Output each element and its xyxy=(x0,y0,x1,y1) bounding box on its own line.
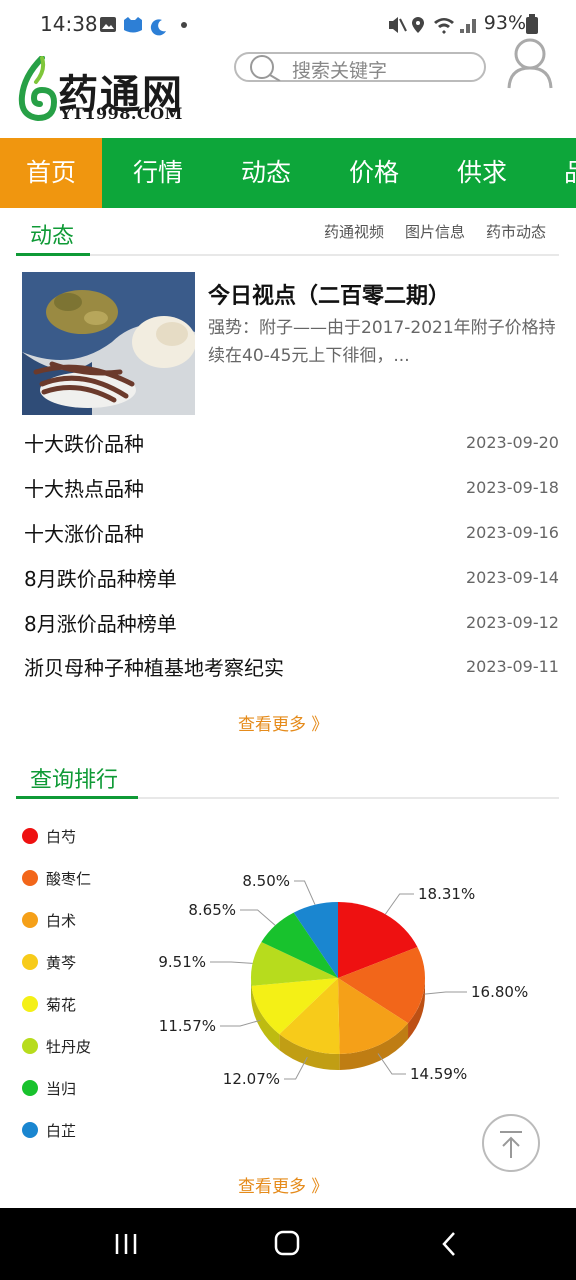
search-icon xyxy=(250,55,281,81)
subtab-market-news[interactable]: 药市动态 xyxy=(486,221,546,242)
legend-swatch xyxy=(22,870,38,886)
news-more-link[interactable]: 查看更多 》 xyxy=(238,710,328,735)
home-icon[interactable] xyxy=(274,1230,302,1258)
back-to-top-button[interactable] xyxy=(482,1114,540,1172)
status-time: 14:38 xyxy=(40,12,98,36)
pie-data-label: 8.50% xyxy=(242,872,290,890)
back-icon[interactable] xyxy=(438,1230,460,1258)
news-item-title[interactable]: 8月涨价品种榜单 xyxy=(24,608,177,637)
pie-chart: 18.31% 16.80% 14.59% 12.07% 11.57% 9.51% 8.65%… xyxy=(158,872,528,1088)
legend-swatch xyxy=(22,954,38,970)
nav-item-market[interactable]: 行情 xyxy=(104,138,212,208)
nav-item-supply[interactable]: 供求 xyxy=(428,138,536,208)
pie-leader-line xyxy=(424,991,467,995)
nav-item-news[interactable]: 动态 xyxy=(212,138,320,208)
legend-label: 当归 xyxy=(46,1080,77,1098)
section-title-news: 动态 xyxy=(30,224,75,249)
legend-label: 黄芩 xyxy=(46,954,77,972)
pie-data-label: 9.51% xyxy=(158,953,206,971)
legend-label: 白术 xyxy=(46,912,77,930)
search-input[interactable]: 搜索关键字 xyxy=(234,52,486,82)
pie-leader-line xyxy=(210,961,253,964)
wave-app-icon xyxy=(150,19,166,36)
pie-leader-line xyxy=(220,1019,261,1027)
news-item-date: 2023-09-11 xyxy=(466,657,559,676)
dot-icon xyxy=(181,22,187,28)
battery-level: 93% xyxy=(483,12,526,34)
pie-data-label: 8.65% xyxy=(188,901,236,919)
ranking-more-link[interactable]: 查看更多 》 xyxy=(238,1172,328,1197)
subtab-video[interactable]: 药通视频 xyxy=(324,221,384,242)
nav-item-more[interactable]: 品 xyxy=(548,138,576,208)
news-item-date: 2023-09-12 xyxy=(466,613,559,632)
news-item-title[interactable]: 十大涨价品种 xyxy=(24,518,144,547)
wifi-icon xyxy=(434,18,454,34)
nav-item-price[interactable]: 价格 xyxy=(320,138,428,208)
news-item-title[interactable]: 十大跌价品种 xyxy=(24,428,144,457)
pie-data-label: 11.57% xyxy=(159,1017,216,1035)
nav-item-home[interactable]: 首页 xyxy=(0,138,102,208)
main-nav: 首页 行情 动态 价格 供求 品 xyxy=(0,138,576,208)
section-underline xyxy=(16,253,90,256)
search-placeholder: 搜索关键字 xyxy=(292,60,388,82)
status-bar: 14:38 93% xyxy=(0,0,576,48)
news-item-date: 2023-09-18 xyxy=(466,478,559,497)
legend-swatch xyxy=(22,828,38,844)
legend-label: 菊花 xyxy=(46,996,77,1014)
pie-data-label: 12.07% xyxy=(223,1070,280,1088)
legend-label: 白芍 xyxy=(46,828,77,846)
legend-swatch xyxy=(22,1080,38,1096)
featured-title[interactable]: 今日视点（二百零二期） xyxy=(208,278,450,310)
pie-data-label: 14.59% xyxy=(410,1065,467,1083)
arrow-up-icon xyxy=(500,1131,522,1158)
user-icon[interactable] xyxy=(506,38,554,90)
news-item-date: 2023-09-16 xyxy=(466,523,559,542)
news-item-title[interactable]: 十大热点品种 xyxy=(24,473,144,502)
subtab-images[interactable]: 图片信息 xyxy=(405,221,465,242)
section-title-ranking: 查询排行 xyxy=(30,768,119,793)
news-item-title[interactable]: 浙贝母种子种植基地考察纪实 xyxy=(24,652,284,681)
section-divider xyxy=(16,254,559,256)
legend-swatch xyxy=(22,912,38,928)
battery-icon xyxy=(526,14,538,34)
legend-label: 白芷 xyxy=(46,1122,77,1140)
gallery-icon xyxy=(100,17,116,32)
pie-leader-line xyxy=(384,893,414,915)
legend-label: 牡丹皮 xyxy=(46,1038,92,1056)
pie-leader-line xyxy=(294,880,316,905)
legend-swatch xyxy=(22,996,38,1012)
news-item-date: 2023-09-20 xyxy=(466,433,559,452)
mute-icon xyxy=(389,17,398,33)
featured-image[interactable] xyxy=(22,272,195,415)
featured-summary: 强势：附子——由于2017-2021年附子价格持续在40-45元上下徘徊，... xyxy=(208,318,556,366)
status-app-icons xyxy=(100,17,187,36)
legend-label: 酸枣仁 xyxy=(46,870,92,888)
signal-icon xyxy=(460,19,476,33)
pie-data-label: 16.80% xyxy=(471,983,528,1001)
pie-leader-line xyxy=(240,909,276,926)
pie-data-label: 18.31% xyxy=(418,885,475,903)
news-item-date: 2023-09-14 xyxy=(466,568,559,587)
cat-app-icon xyxy=(124,17,142,33)
news-item-title[interactable]: 8月跌价品种榜单 xyxy=(24,563,177,592)
recent-apps-icon[interactable] xyxy=(114,1232,140,1256)
logo-domain: YT1998.COM xyxy=(60,104,183,123)
logo-icon[interactable] xyxy=(14,56,58,122)
section-underline xyxy=(16,796,138,799)
legend-swatch xyxy=(22,1122,38,1138)
legend-swatch xyxy=(22,1038,38,1054)
system-nav-bar xyxy=(0,1208,576,1280)
